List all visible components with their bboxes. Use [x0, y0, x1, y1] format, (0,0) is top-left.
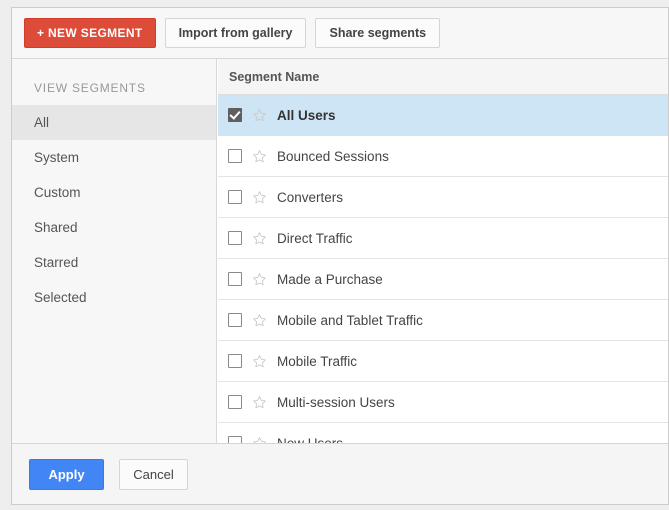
segment-checkbox[interactable]: [228, 436, 242, 443]
segment-checkbox[interactable]: [228, 231, 242, 245]
segment-checkbox[interactable]: [228, 149, 242, 163]
segment-name-label: Mobile Traffic: [277, 353, 358, 369]
star-icon[interactable]: [252, 313, 267, 328]
sidebar-item-selected[interactable]: Selected: [12, 280, 216, 315]
sidebar-item-shared[interactable]: Shared: [12, 210, 216, 245]
segment-checkbox[interactable]: [228, 272, 242, 286]
star-toggle[interactable]: [252, 231, 267, 246]
panel-body: VIEW SEGMENTS All System Custom Shared S…: [12, 59, 668, 443]
segment-row[interactable]: Converters: [218, 177, 668, 218]
sidebar-item-custom[interactable]: Custom: [12, 175, 216, 210]
segment-row[interactable]: All Users: [218, 95, 668, 136]
sidebar-item-system[interactable]: System: [12, 140, 216, 175]
star-toggle[interactable]: [252, 436, 267, 444]
star-toggle[interactable]: [252, 313, 267, 328]
column-header-segment-name: Segment Name: [218, 59, 668, 95]
segment-name-label: Direct Traffic: [277, 230, 353, 246]
segment-name-label: Converters: [277, 189, 344, 205]
segment-list-pane: Segment Name All Users Bounced Sessions Co…: [218, 59, 668, 443]
segment-checkbox[interactable]: [228, 108, 242, 122]
star-icon[interactable]: [252, 436, 267, 444]
segment-name-label: Multi-session Users: [277, 394, 395, 410]
segment-list[interactable]: All Users Bounced Sessions Converters Direc…: [218, 95, 668, 443]
sidebar: VIEW SEGMENTS All System Custom Shared S…: [12, 59, 217, 443]
cancel-button[interactable]: Cancel: [119, 458, 188, 490]
star-toggle[interactable]: [252, 149, 267, 164]
footer-action-bar: Apply Cancel: [12, 443, 668, 504]
sidebar-item-starred[interactable]: Starred: [12, 245, 216, 280]
segment-row[interactable]: New Users: [218, 423, 668, 443]
segment-row[interactable]: Direct Traffic: [218, 218, 668, 259]
segment-name-label: All Users: [277, 107, 336, 123]
star-toggle[interactable]: [252, 190, 267, 205]
sidebar-item-all[interactable]: All: [12, 105, 216, 140]
new-segment-button[interactable]: + NEW SEGMENT: [24, 18, 156, 48]
segment-row[interactable]: Made a Purchase: [218, 259, 668, 300]
apply-button[interactable]: Apply: [29, 458, 104, 490]
segment-checkbox[interactable]: [228, 190, 242, 204]
import-from-gallery-button[interactable]: Import from gallery: [164, 18, 307, 48]
segment-checkbox[interactable]: [228, 395, 242, 409]
segment-row[interactable]: Mobile and Tablet Traffic: [218, 300, 668, 341]
star-icon[interactable]: [252, 231, 267, 246]
star-icon[interactable]: [252, 354, 267, 369]
segment-name-label: New Users: [277, 435, 344, 444]
star-toggle[interactable]: [252, 108, 267, 123]
segment-row[interactable]: Multi-session Users: [218, 382, 668, 423]
star-icon[interactable]: [252, 149, 267, 164]
star-icon[interactable]: [252, 190, 267, 205]
star-toggle[interactable]: [252, 395, 267, 410]
segment-name-label: Mobile and Tablet Traffic: [277, 312, 423, 328]
star-icon[interactable]: [252, 395, 267, 410]
segment-name-label: Bounced Sessions: [277, 148, 389, 164]
share-segments-button[interactable]: Share segments: [315, 18, 441, 48]
segment-checkbox[interactable]: [228, 354, 242, 368]
star-toggle[interactable]: [252, 354, 267, 369]
segment-name-label: Made a Purchase: [277, 271, 383, 287]
star-icon[interactable]: [252, 108, 267, 123]
segment-row[interactable]: Bounced Sessions: [218, 136, 668, 177]
star-icon[interactable]: [252, 272, 267, 287]
segment-picker-panel: + NEW SEGMENT Import from gallery Share …: [11, 7, 669, 505]
star-toggle[interactable]: [252, 272, 267, 287]
sidebar-title: VIEW SEGMENTS: [34, 81, 146, 95]
segment-row[interactable]: Mobile Traffic: [218, 341, 668, 382]
segment-checkbox[interactable]: [228, 313, 242, 327]
toolbar: + NEW SEGMENT Import from gallery Share …: [12, 8, 668, 59]
